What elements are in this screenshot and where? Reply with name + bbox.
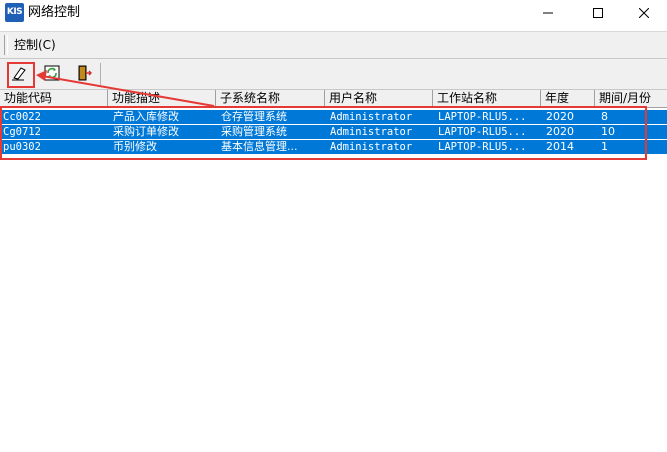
annotation-arrow [36, 70, 215, 107]
